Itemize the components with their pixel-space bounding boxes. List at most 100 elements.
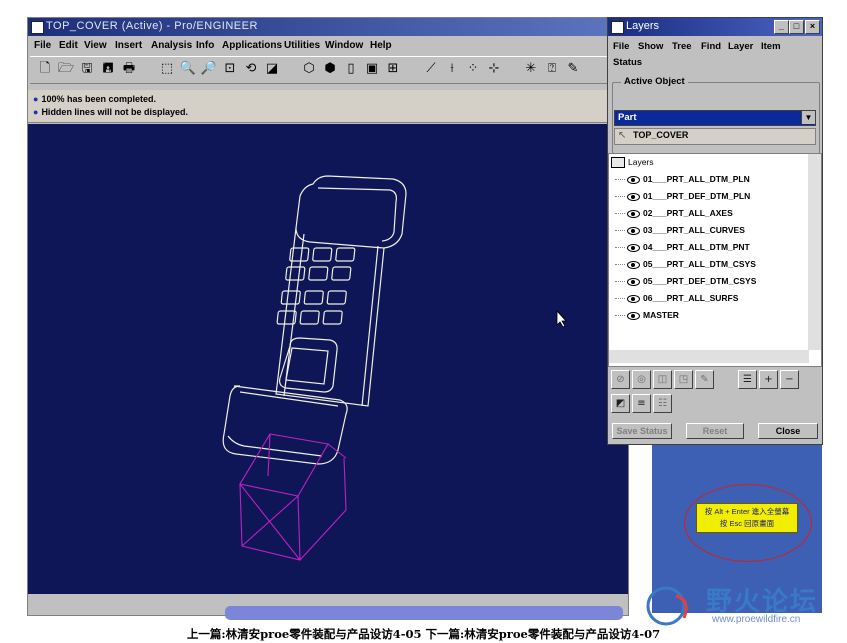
layer-edit-icon[interactable]: ✎ [695, 370, 714, 389]
menu-insert[interactable]: Insert [115, 40, 142, 51]
article-nav-caption[interactable]: 上一篇:林清安proe零件装配与产品设访4-05 下一篇:林清安proe零件装配… [0, 626, 847, 642]
saved-views-icon[interactable]: ◪ [263, 60, 281, 78]
coord-sys-icon[interactable]: ⊹ [485, 60, 503, 78]
tree-root[interactable]: Layers [611, 157, 654, 172]
eye-icon[interactable] [627, 209, 640, 218]
layers-menu-file[interactable]: File [613, 41, 629, 52]
layers-menu-find[interactable]: Find [701, 41, 721, 52]
reset-button[interactable]: Reset [686, 423, 744, 439]
layer-label: 04___PRT_ALL_DTM_PNT [643, 242, 750, 252]
remove-layer-icon[interactable]: − [780, 370, 799, 389]
save-icon[interactable]: 🖫 [78, 60, 96, 78]
layer-isolate-icon[interactable]: ◫ [653, 370, 672, 389]
menu-info[interactable]: Info [196, 40, 214, 51]
eye-icon[interactable] [627, 243, 640, 252]
wireframe-icon[interactable]: ⬡ [300, 60, 318, 78]
chevron-down-icon[interactable]: ▼ [801, 111, 815, 124]
orient-icon[interactable]: ⟲ [242, 60, 260, 78]
layer-item[interactable]: 03___PRT_ALL_CURVES [615, 225, 745, 240]
eye-icon[interactable] [627, 277, 640, 286]
menu-utilities[interactable]: Utilities [284, 40, 320, 51]
save-copy-icon[interactable]: 🖪 [99, 60, 117, 78]
app-icon[interactable] [31, 21, 44, 34]
close-button[interactable]: Close [758, 423, 818, 439]
active-object-select[interactable]: Part ▼ [614, 110, 816, 126]
layer-tree[interactable]: Layers 01___PRT_ALL_DTM_PLN 01___PRT_DEF… [608, 153, 822, 367]
graphics-viewport[interactable] [28, 124, 628, 594]
print-icon[interactable]: 🖶 [120, 60, 138, 78]
layers-dialog-title: Layers [626, 20, 660, 32]
eye-icon[interactable] [627, 192, 640, 201]
hidden-line-icon[interactable]: ⬢ [321, 60, 339, 78]
scroll-bar-strip [225, 606, 623, 620]
spin-center-icon[interactable]: ✳ [522, 60, 540, 78]
menu-window[interactable]: Window [325, 40, 363, 51]
layers-menu-tree[interactable]: Tree [672, 41, 692, 52]
datum-axes-icon[interactable]: ⟊ [443, 60, 461, 78]
layer-hide-icon[interactable]: ⊘ [611, 370, 630, 389]
watermark-logo-icon [646, 586, 688, 626]
save-status-button[interactable]: Save Status [612, 423, 672, 439]
layers-title-bar[interactable]: Layers _ □ × [608, 18, 822, 36]
eye-icon[interactable] [627, 175, 640, 184]
close-icon[interactable]: × [805, 20, 820, 34]
model-tree-icon[interactable]: ⊞ [384, 60, 402, 78]
layers-menu-status[interactable]: Status [613, 57, 642, 68]
layers-menu-layer[interactable]: Layer [728, 41, 753, 52]
menu-edit[interactable]: Edit [59, 40, 78, 51]
datum-planes-icon[interactable]: ⟋ [422, 60, 440, 78]
layers-folder-icon [611, 157, 625, 169]
add-layer-icon[interactable]: + [759, 370, 778, 389]
redraw-icon[interactable]: ⬚ [158, 60, 176, 78]
no-hidden-icon[interactable]: ▯ [342, 60, 360, 78]
detail-view-icon[interactable]: ☷ [653, 394, 672, 413]
layer-item[interactable]: 05___PRT_ALL_DTM_CSYS [615, 259, 756, 274]
layer-label: 01___PRT_DEF_DTM_PLN [643, 191, 751, 201]
layer-label: 06___PRT_ALL_SURFS [643, 293, 739, 303]
layers-menu-show[interactable]: Show [638, 41, 663, 52]
layer-blank-icon[interactable]: ◳ [674, 370, 693, 389]
new-file-icon[interactable]: 🗋 [36, 60, 54, 78]
eye-icon[interactable] [627, 294, 640, 303]
menu-file[interactable]: File [34, 40, 51, 51]
layers-dialog: Layers _ □ × File Show Tree Find Layer I… [607, 17, 823, 445]
eye-icon[interactable] [627, 260, 640, 269]
open-folder-icon[interactable]: 🗁 [57, 60, 75, 78]
zoom-in-icon[interactable]: 🔍 [179, 60, 197, 78]
active-part-row[interactable]: ↖ TOP_COVER [614, 128, 816, 145]
watermark-url: www.proewildfire.cn [712, 614, 801, 625]
refit-icon[interactable]: ⊡ [221, 60, 239, 78]
minimize-icon[interactable]: _ [774, 20, 789, 34]
layers-menu-item[interactable]: Item [761, 41, 781, 52]
layer-item[interactable]: 04___PRT_ALL_DTM_PNT [615, 242, 750, 257]
eye-icon[interactable] [627, 311, 640, 320]
menu-applications[interactable]: Applications [222, 40, 282, 51]
layers-window-icon[interactable] [611, 21, 624, 34]
tree-vertical-scrollbar[interactable] [808, 154, 821, 350]
layer-item[interactable]: 06___PRT_ALL_SURFS [615, 293, 738, 308]
datum-points-icon[interactable]: ⁘ [464, 60, 482, 78]
menu-help[interactable]: Help [370, 40, 392, 51]
select-mode-icon[interactable]: ◩ [611, 394, 630, 413]
layer-item[interactable]: MASTER [615, 310, 679, 325]
shading-icon[interactable]: ▣ [363, 60, 381, 78]
main-window: TOP_COVER (Active) - Pro/ENGINEER File E… [27, 17, 629, 616]
main-title-bar[interactable]: TOP_COVER (Active) - Pro/ENGINEER [28, 18, 628, 36]
list-view-icon[interactable]: ≡ [632, 394, 651, 413]
message-area: ● 100% has been completed. ● Hidden lines … [28, 90, 628, 123]
sketch-icon[interactable]: ✎ [564, 60, 582, 78]
maximize-icon[interactable]: □ [789, 20, 804, 34]
menu-view[interactable]: View [84, 40, 107, 51]
layer-show-icon[interactable]: ◎ [632, 370, 651, 389]
context-help-icon[interactable]: ⍰ [543, 60, 561, 78]
watermark-name: 野火论坛 [706, 587, 819, 617]
zoom-out-icon[interactable]: 🔎 [200, 60, 218, 78]
tree-horizontal-scrollbar[interactable] [609, 350, 809, 363]
eye-icon[interactable] [627, 226, 640, 235]
layer-item[interactable]: 02___PRT_ALL_AXES [615, 208, 733, 223]
menu-analysis[interactable]: Analysis [151, 40, 192, 51]
layer-item[interactable]: 01___PRT_ALL_DTM_PLN [615, 174, 750, 189]
layer-item[interactable]: 05___PRT_DEF_DTM_CSYS [615, 276, 756, 291]
layer-properties-icon[interactable]: ☰ [738, 370, 757, 389]
layer-item[interactable]: 01___PRT_DEF_DTM_PLN [615, 191, 750, 206]
